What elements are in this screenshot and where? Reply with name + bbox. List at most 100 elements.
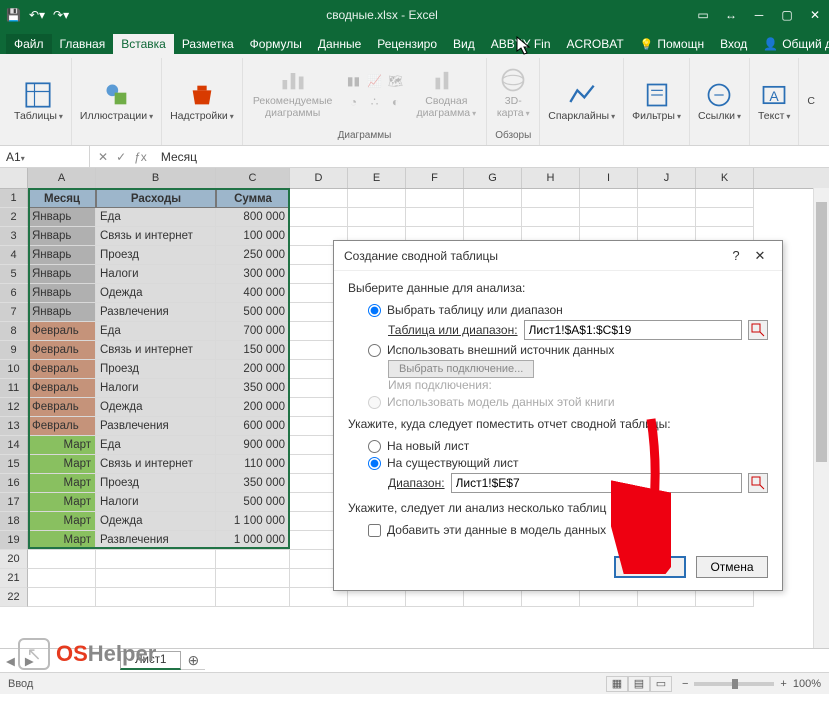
row-header[interactable]: 4 [0,246,28,265]
cell[interactable]: Одежда [96,284,216,303]
row-header[interactable]: 1 [0,189,28,208]
row-header[interactable]: 16 [0,474,28,493]
hierarchy-chart-icon[interactable]: ◔ [345,95,363,113]
cell[interactable]: Связь и интернет [96,455,216,474]
cell[interactable] [406,208,464,227]
cell[interactable]: 1 000 000 [216,531,290,550]
zoom-thumb[interactable] [732,679,738,689]
cell[interactable]: Март [28,474,96,493]
maximize-icon[interactable]: ▢ [779,8,795,22]
row-header[interactable]: 13 [0,417,28,436]
ok-button[interactable]: OK [614,556,686,578]
pie-chart-icon[interactable]: ◐ [387,95,405,113]
cell[interactable]: Январь [28,265,96,284]
scatter-chart-icon[interactable]: ∴ [366,95,384,113]
row-header[interactable]: 14 [0,436,28,455]
minimize-icon[interactable]: ─ [751,8,767,22]
cell[interactable]: 500 000 [216,493,290,512]
cell[interactable]: Март [28,493,96,512]
tab-data[interactable]: Данные [310,34,369,54]
cell[interactable]: 800 000 [216,208,290,227]
cell[interactable]: Одежда [96,512,216,531]
cell[interactable] [696,208,754,227]
cell[interactable]: Месяц [28,189,96,208]
select-all-corner[interactable] [0,168,28,188]
cell[interactable]: Еда [96,436,216,455]
col-header-B[interactable]: B [96,168,216,188]
cell[interactable] [580,189,638,208]
row-header[interactable]: 20 [0,550,28,569]
row-header[interactable]: 19 [0,531,28,550]
fx-icon[interactable]: ƒx [134,150,147,164]
accept-formula-icon[interactable]: ✓ [116,150,126,164]
add-sheet-button[interactable]: ⊕ [181,652,205,670]
row-header[interactable]: 18 [0,512,28,531]
col-header-J[interactable]: J [638,168,696,188]
col-header-A[interactable]: A [28,168,96,188]
cell[interactable]: 1 100 000 [216,512,290,531]
tab-share[interactable]: 👤Общий доступ [755,34,829,54]
opt-select-range[interactable]: Выбрать таблицу или диапазон [368,303,768,317]
symbols-button[interactable]: С [807,96,815,108]
cell[interactable]: Налоги [96,265,216,284]
cell[interactable]: Март [28,455,96,474]
cell[interactable] [638,189,696,208]
col-header-C[interactable]: C [216,168,290,188]
tab-view[interactable]: Вид [445,34,483,54]
save-icon[interactable]: 💾 [6,8,21,22]
col-header-E[interactable]: E [348,168,406,188]
cell[interactable] [290,208,348,227]
chk-add-model[interactable]: Добавить эти данные в модель данных [368,523,768,537]
cell[interactable]: Развлечения [96,417,216,436]
cell[interactable] [348,208,406,227]
close-icon[interactable]: ✕ [807,8,823,22]
links-button[interactable]: Ссылки [698,81,741,123]
map-chart-icon[interactable]: 🗺 [387,74,405,92]
col-header-F[interactable]: F [406,168,464,188]
cell[interactable]: 150 000 [216,341,290,360]
cell[interactable]: Февраль [28,360,96,379]
cell[interactable] [406,189,464,208]
tab-abbyy[interactable]: ABBYY Fin [483,34,559,54]
help-icon[interactable]: ? [724,248,748,263]
tab-formulas[interactable]: Формулы [242,34,310,54]
cell[interactable]: Март [28,436,96,455]
row-header[interactable]: 3 [0,227,28,246]
cell[interactable]: 500 000 [216,303,290,322]
cell[interactable]: Март [28,512,96,531]
col-header-G[interactable]: G [464,168,522,188]
cell[interactable]: 100 000 [216,227,290,246]
radio-external[interactable] [368,344,381,357]
tab-review[interactable]: Рецензиро [369,34,445,54]
cell[interactable] [522,208,580,227]
cell[interactable]: Проезд [96,246,216,265]
dialog-close-icon[interactable]: ✕ [748,248,772,264]
radio-existing[interactable] [368,457,381,470]
row-header[interactable]: 9 [0,341,28,360]
cell[interactable] [348,189,406,208]
opt-external[interactable]: Использовать внешний источник данных [368,343,768,357]
zoom-in-icon[interactable]: + [780,678,786,690]
cell[interactable]: 350 000 [216,474,290,493]
cell[interactable] [464,189,522,208]
row-header[interactable]: 8 [0,322,28,341]
tab-help[interactable]: 💡Помощн [632,34,712,54]
opt-new-sheet[interactable]: На новый лист [368,439,768,453]
cell[interactable] [696,189,754,208]
addins-button[interactable]: Надстройки [170,81,234,123]
tables-button[interactable]: Таблицы [14,81,63,123]
cell[interactable]: Развлечения [96,303,216,322]
cell[interactable]: Проезд [96,360,216,379]
cell[interactable]: Одежда [96,398,216,417]
tab-acrobat[interactable]: ACROBAT [559,34,632,54]
ribbon-opts-icon[interactable]: ▭ [695,8,711,22]
cell[interactable]: Февраль [28,322,96,341]
cell[interactable]: 350 000 [216,379,290,398]
cell[interactable]: Февраль [28,379,96,398]
zoom-slider[interactable] [694,682,774,686]
tab-layout[interactable]: Разметка [174,34,242,54]
cell[interactable]: Февраль [28,417,96,436]
col-header-D[interactable]: D [290,168,348,188]
cell[interactable]: 700 000 [216,322,290,341]
col-header-K[interactable]: K [696,168,754,188]
